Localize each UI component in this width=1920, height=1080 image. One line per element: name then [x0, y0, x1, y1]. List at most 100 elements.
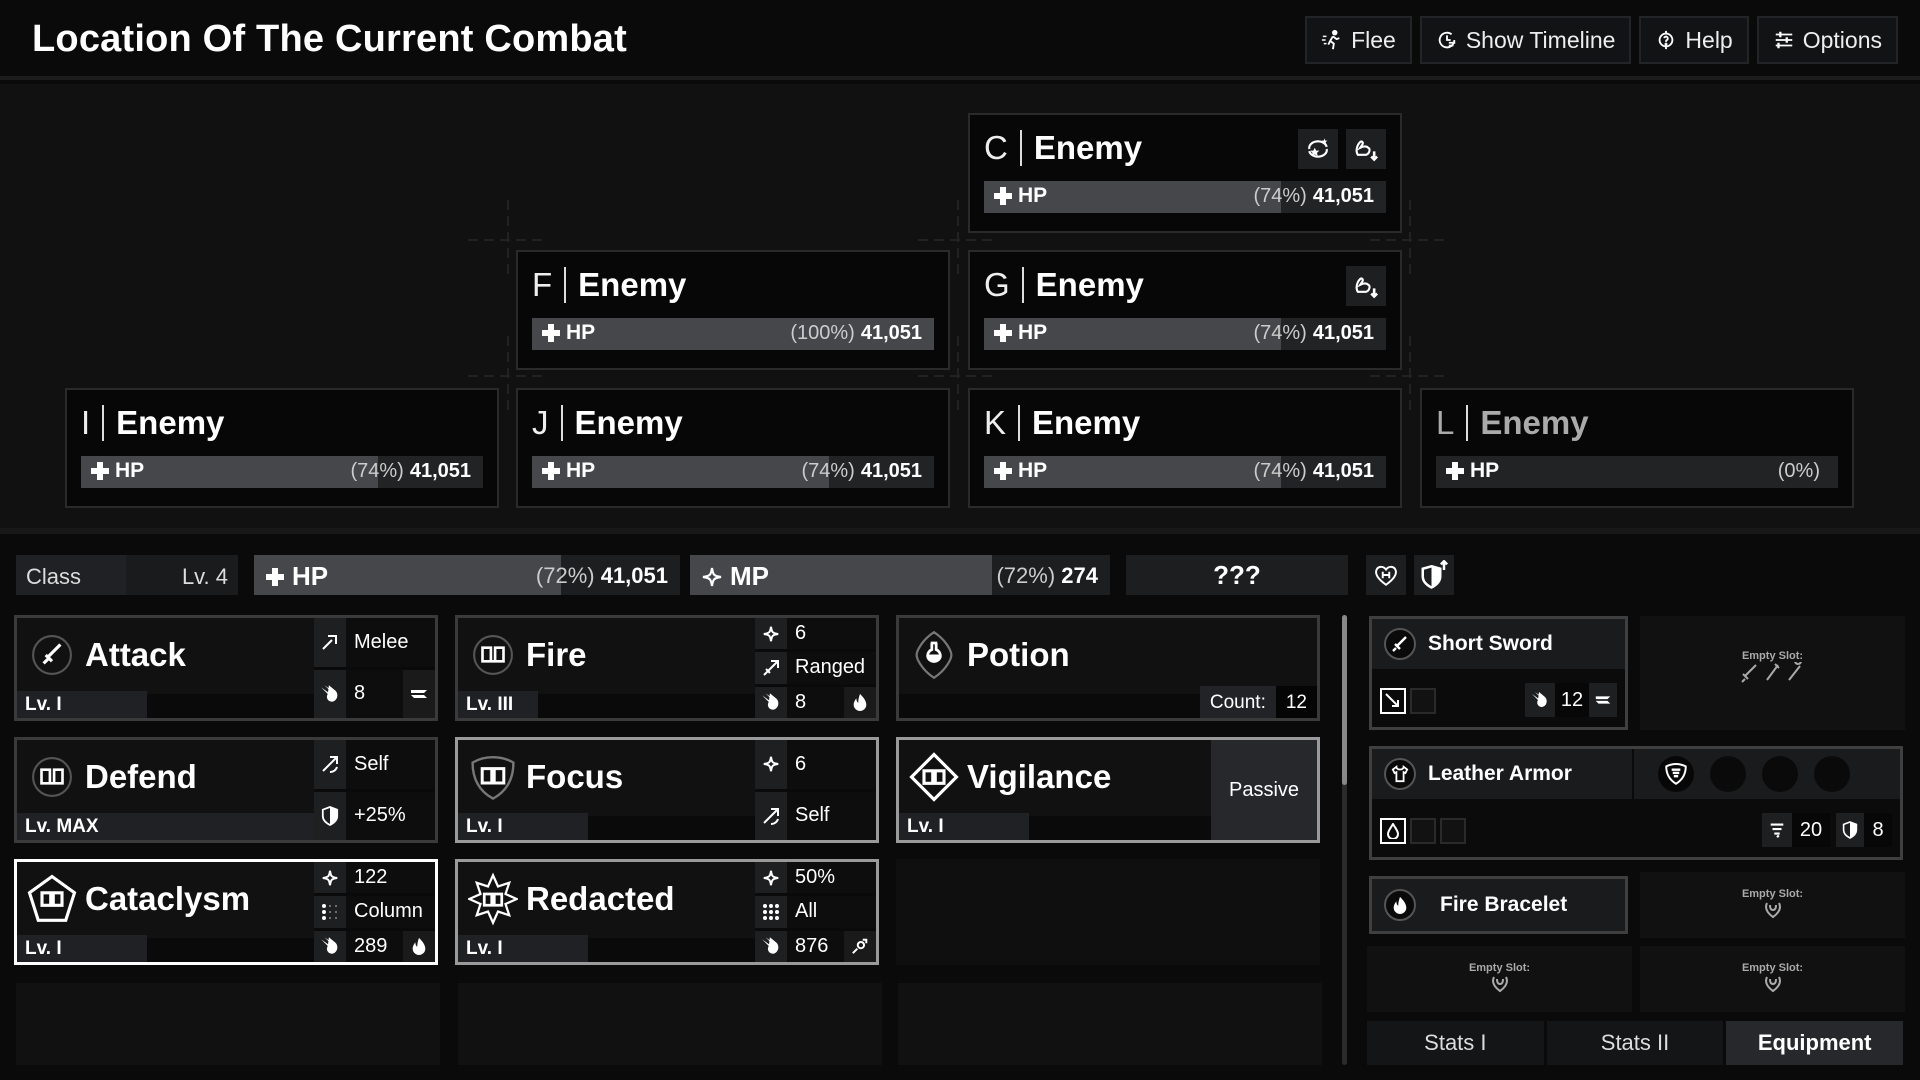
hp-value: 41,051	[600, 563, 668, 588]
enemy-name: Enemy	[1032, 404, 1141, 441]
strength-down-icon[interactable]	[1346, 266, 1386, 306]
equipment-accessory-fire-bracelet[interactable]: Fire Bracelet	[1369, 876, 1628, 934]
enemy-name: Enemy	[578, 266, 687, 303]
ability-card-focus[interactable]: Focus Lv. I 6 Self	[455, 737, 879, 843]
ability-name: Cataclysm	[85, 880, 251, 917]
hp-plus-icon	[542, 462, 560, 480]
ability-name: Fire	[526, 636, 587, 673]
empty-weapon-slot[interactable]: Empty Slot:	[1640, 616, 1905, 730]
mp-cost-icon	[755, 862, 787, 894]
item-count: Count: 12	[1199, 686, 1317, 718]
empty-rune-socket[interactable]	[1762, 756, 1798, 792]
slash-type-icon	[403, 669, 435, 718]
sword-icon	[1384, 628, 1416, 660]
strength-down-icon[interactable]	[1346, 129, 1386, 169]
hp-value: 41,051	[1312, 322, 1374, 344]
star-swirl-icon[interactable]	[1298, 129, 1338, 169]
ability-card-attack[interactable]: Attack Lv. I Melee 8	[14, 615, 438, 721]
timeline-clock-icon	[1438, 31, 1456, 49]
empty-ability-slot[interactable]	[896, 859, 1320, 965]
enemy-hp-bar: HP (74%) 41,051	[984, 456, 1386, 488]
enemy-hp-bar: HP (74%) 41,051	[984, 318, 1386, 350]
water-rune-slot[interactable]	[1380, 818, 1406, 844]
player-mp-bar: MP (72%) 274	[690, 555, 1110, 595]
enemy-position-letter: L	[1436, 405, 1469, 441]
self-target-icon	[755, 791, 787, 840]
defense-up-icon[interactable]	[1414, 555, 1454, 595]
count-value: 12	[1275, 686, 1317, 718]
empty-ability-slot[interactable]	[458, 983, 882, 1065]
target-value: Self	[787, 791, 876, 840]
equipment-name: Leather Armor	[1428, 762, 1572, 785]
wind-resist-rune-icon[interactable]	[1658, 756, 1694, 792]
ability-card-vigilance[interactable]: Vigilance Lv. I Passive	[896, 737, 1320, 843]
sliders-icon	[1775, 31, 1792, 49]
weapon-damage-value: 12	[1555, 683, 1589, 717]
options-button[interactable]: Options	[1756, 16, 1898, 64]
ability-list-scrollbar[interactable]	[1342, 615, 1347, 1065]
player-hp-bar: HP (72%) 41,051	[254, 555, 680, 595]
options-label: Options	[1802, 26, 1882, 53]
tab-stats-i[interactable]: Stats I	[1367, 1021, 1544, 1065]
unknown-stat: ???	[1126, 555, 1348, 595]
tab-equipment[interactable]: Equipment	[1726, 1021, 1904, 1065]
item-name: Potion	[967, 636, 1070, 673]
ability-level: Lv. I	[17, 691, 147, 718]
empty-rune-slot[interactable]	[1410, 818, 1436, 844]
equipment-weapon-short-sword[interactable]: Short Sword 12	[1369, 616, 1628, 730]
equipment-name: Short Sword	[1428, 632, 1553, 655]
spellbook-shield-icon	[468, 752, 518, 802]
enemy-hp-bar: HP (74%) 41,051	[81, 456, 483, 488]
scrollbar-thumb[interactable]	[1342, 615, 1347, 785]
empty-ability-slot[interactable]	[898, 983, 1322, 1065]
empty-rune-slot[interactable]	[1440, 818, 1466, 844]
hp-label: HP	[1018, 459, 1048, 482]
shield-icon	[1836, 813, 1864, 847]
enemy-card-g[interactable]: G Enemy HP (74%) 41,051	[968, 250, 1402, 370]
accessory-type-icon	[1491, 976, 1508, 993]
enemy-card-i[interactable]: I Enemy HP (74%) 41,051	[65, 388, 499, 508]
ability-card-cataclysm[interactable]: Cataclysm Lv. I 122 Column 289	[14, 859, 438, 965]
range-value: Melee	[346, 618, 435, 667]
empty-ability-slot[interactable]	[16, 983, 440, 1065]
pierce-rune-slot[interactable]	[1380, 688, 1406, 714]
enemy-card-j[interactable]: J Enemy HP (74%) 41,051	[516, 388, 950, 508]
empty-rune-socket[interactable]	[1710, 756, 1746, 792]
flee-button[interactable]: Flee	[1305, 16, 1412, 64]
empty-slot-label: Empty Slot:	[1741, 650, 1804, 662]
empty-rune-socket[interactable]	[1814, 756, 1850, 792]
damage-value: 8	[346, 669, 403, 718]
help-button[interactable]: Help	[1639, 16, 1749, 64]
empty-rune-slot[interactable]	[1410, 688, 1436, 714]
enemy-card-k[interactable]: K Enemy HP (74%) 41,051	[968, 388, 1402, 508]
heart-shield-icon[interactable]	[1366, 555, 1406, 595]
enemy-card-c[interactable]: C Enemy HP (74%) 41,051	[968, 113, 1402, 233]
hp-label: HP	[292, 561, 329, 591]
item-card-potion[interactable]: Potion Count: 12	[896, 615, 1320, 721]
ability-card-defend[interactable]: Defend Lv. MAX Self +25%	[14, 737, 438, 843]
hp-percent: (74%)	[1253, 460, 1307, 482]
ability-level: Lv. I	[458, 935, 588, 962]
ability-card-redacted[interactable]: Redacted Lv. I 50% All 876	[455, 859, 879, 965]
show-timeline-button[interactable]: Show Timeline	[1419, 16, 1632, 64]
mp-cost-value: 50%	[787, 862, 876, 894]
empty-accessory-slot[interactable]: Empty Slot:	[1640, 946, 1905, 1012]
ability-card-fire[interactable]: Fire Lv. III 6 Ranged 8	[455, 615, 879, 721]
equipment-armor-leather-armor[interactable]: Leather Armor 20 8	[1369, 746, 1903, 860]
weapon-types-icon	[1740, 662, 1802, 683]
empty-accessory-slot[interactable]: Empty Slot:	[1640, 872, 1905, 938]
empty-accessory-slot[interactable]: Empty Slot:	[1367, 946, 1632, 1012]
tab-stats-ii[interactable]: Stats II	[1546, 1021, 1724, 1065]
enemy-formation-area: C Enemy HP (74%) 41,051 F Enemy HP (100%) 41…	[0, 84, 1920, 534]
enemy-hp-bar: HP (0%)	[1436, 456, 1838, 488]
enemy-card-f[interactable]: F Enemy HP (100%) 41,051	[516, 250, 950, 370]
running-person-icon	[1322, 29, 1340, 50]
hp-plus-icon	[994, 187, 1012, 205]
armor-defense-value: 8	[1864, 813, 1892, 847]
damage-value: 289	[346, 930, 403, 962]
range-value: Ranged	[787, 652, 876, 684]
hp-percent: (74%)	[801, 460, 855, 482]
enemy-card-l[interactable]: L Enemy HP (0%)	[1420, 388, 1854, 508]
enemy-name: Enemy	[116, 404, 225, 441]
empty-slot-label: Empty Slot:	[1741, 962, 1804, 974]
